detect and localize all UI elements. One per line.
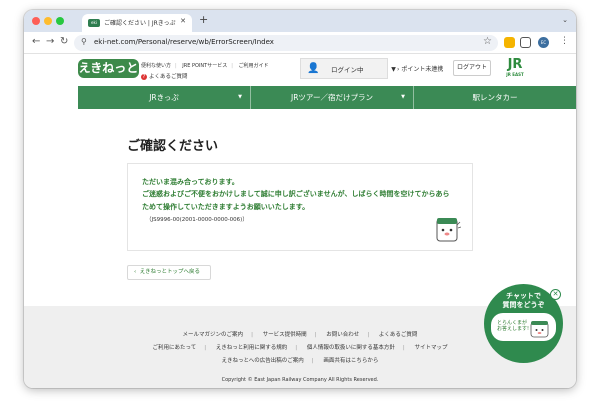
chat-title-line-1: チャットで [506,292,541,300]
favicon-icon: eki [88,19,100,27]
chat-title-line-2: 質問をどうぞ [502,301,545,309]
tab-strip: eki ご確認ください | JRきっぷ・えき ✕ + ⌄ [24,10,576,32]
footer-link[interactable]: メールマガジンのご案内 [183,330,244,338]
chevron-down-icon: ▼ [238,94,242,100]
logout-button[interactable]: ログアウト [453,60,491,76]
user-icon: 👤 [307,63,320,74]
points-label: ポイント未連携 [401,66,444,73]
footer-row-3: えきねっとへの広告出稿のご案内 | 画面共有はこちらから [221,356,379,364]
chat-widget[interactable]: チャットで 質問をどうぞ とらんくまが お答えします! ✕ [484,284,563,363]
faq-link[interactable]: ? よくあるご質問 [141,72,188,80]
footer-link[interactable]: えきねっとへの広告出稿のご案内 [222,356,304,364]
address-bar[interactable]: ⚲ eki-net.com/Personal/reserve/wb/ErrorS… [74,35,498,51]
mascot-icon [436,218,461,242]
back-icon[interactable]: ← [32,36,40,48]
browser-toolbar: ← → ↻ ⚲ eki-net.com/Personal/reserve/wb/… [24,32,576,54]
header-link-howto[interactable]: 便利な使い方 [141,63,171,69]
footer-link[interactable]: サイトマップ [414,343,447,351]
jr-east-logo[interactable]: JR JR EAST [502,58,528,78]
chat-bubble-line-2: お答えします! [497,326,530,332]
url-text: eki-net.com/Personal/reserve/wb/ErrorScr… [94,38,274,46]
back-to-top-button[interactable]: ‹ えきねっとトップへ戻る [127,265,211,280]
tab-search-icon[interactable]: ⌄ [562,16,568,24]
message-line-3: ためて操作していただきますようお願いいたします。 [142,203,310,211]
nav-item-jr-tickets[interactable]: JRきっぷ ▼ [78,86,250,109]
message-line-2: ご迷惑およびご不便をおかけしまして誠に申し訳ございませんが、しばらく時間を空けて… [142,190,450,198]
error-code: （JS9996-00(2001-0000-0000-006)） [146,217,248,223]
footer-link[interactable]: お問い合わせ [326,330,359,338]
maximize-window-icon[interactable] [56,17,64,25]
footer-link[interactable]: よくあるご質問 [379,330,418,338]
extension-icon[interactable] [504,37,515,48]
nav-item-label: JRツアー／宿だけプラン [291,93,373,102]
close-window-icon[interactable] [32,17,40,25]
forward-icon[interactable]: → [46,36,54,48]
main-nav: JRきっぷ ▼ JRツアー／宿だけプラン ▼ 駅レンタカー [78,86,576,109]
browser-menu-icon[interactable]: ⋮ [560,36,569,46]
back-button-label: えきねっとトップへ戻る [139,269,201,275]
error-message-box: ただいま混み合っております。 ご迷惑およびご不便をおかけしまして誠に申し訳ござい… [127,163,473,251]
profile-avatar[interactable]: EC [538,37,549,48]
question-icon: ? [141,74,147,80]
extensions-puzzle-icon[interactable] [520,37,531,48]
copyright: Copyright © East Japan Railway Company A… [221,377,379,383]
minimize-window-icon[interactable] [44,17,52,25]
chat-bubble: とらんくまが お答えします! [491,313,556,341]
footer-link[interactable]: 個人情報の取扱いに関する基本方針 [307,343,395,351]
footer-link[interactable]: えきねっと利用に関する規約 [216,343,287,351]
tab-title: ご確認ください | JRきっぷ・えき [104,20,176,27]
footer-link[interactable]: ご利用にあたって [153,343,197,351]
footer-link[interactable]: サービス提供時間 [263,330,307,338]
nav-item-rental-car[interactable]: 駅レンタカー [414,86,576,109]
jr-logo-text: JR [507,57,523,72]
tab-close-icon[interactable]: ✕ [180,17,186,25]
header-links: 便利な使い方 | JRE POINTサービス | ご利用ガイド [141,63,269,69]
site-header: えきねっと 便利な使い方 | JRE POINTサービス | ご利用ガイド ? よくあ… [24,54,576,86]
footer-link[interactable]: 画面共有はこちらから [323,356,378,364]
nav-item-jr-tours[interactable]: JRツアー／宿だけプラン ▼ [251,86,413,109]
jr-logo-subtext: JR EAST [506,72,524,77]
bookmark-star-icon[interactable]: ☆ [483,36,492,47]
login-status-box[interactable]: 👤 ログイン中 ▼ [300,58,396,79]
chat-close-icon[interactable]: ✕ [550,289,561,300]
header-link-guide[interactable]: ご利用ガイド [239,63,269,69]
points-link[interactable]: › ポイント未連携 [397,64,443,73]
chat-bubble-text: とらんくまが お答えします! [497,320,529,332]
nav-item-label: JRきっぷ [149,93,179,102]
site-info-icon[interactable]: ⚲ [81,37,87,46]
ekinet-logo[interactable]: えきねっと [78,59,139,78]
browser-tab[interactable]: eki ご確認ください | JRきっぷ・えき ✕ [82,14,192,32]
faq-label: よくあるご質問 [149,74,188,80]
mascot-icon [530,321,549,338]
header-link-jrepoint[interactable]: JRE POINTサービス [182,63,227,69]
login-status: ログイン中 [331,66,364,74]
nav-item-label: 駅レンタカー [472,93,518,102]
message-line-1: ただいま混み合っております。 [142,178,239,186]
new-tab-icon[interactable]: + [199,14,208,26]
chevron-down-icon: ▼ [401,94,405,100]
page-title: ご確認ください [127,139,219,154]
reload-icon[interactable]: ↻ [60,36,68,48]
